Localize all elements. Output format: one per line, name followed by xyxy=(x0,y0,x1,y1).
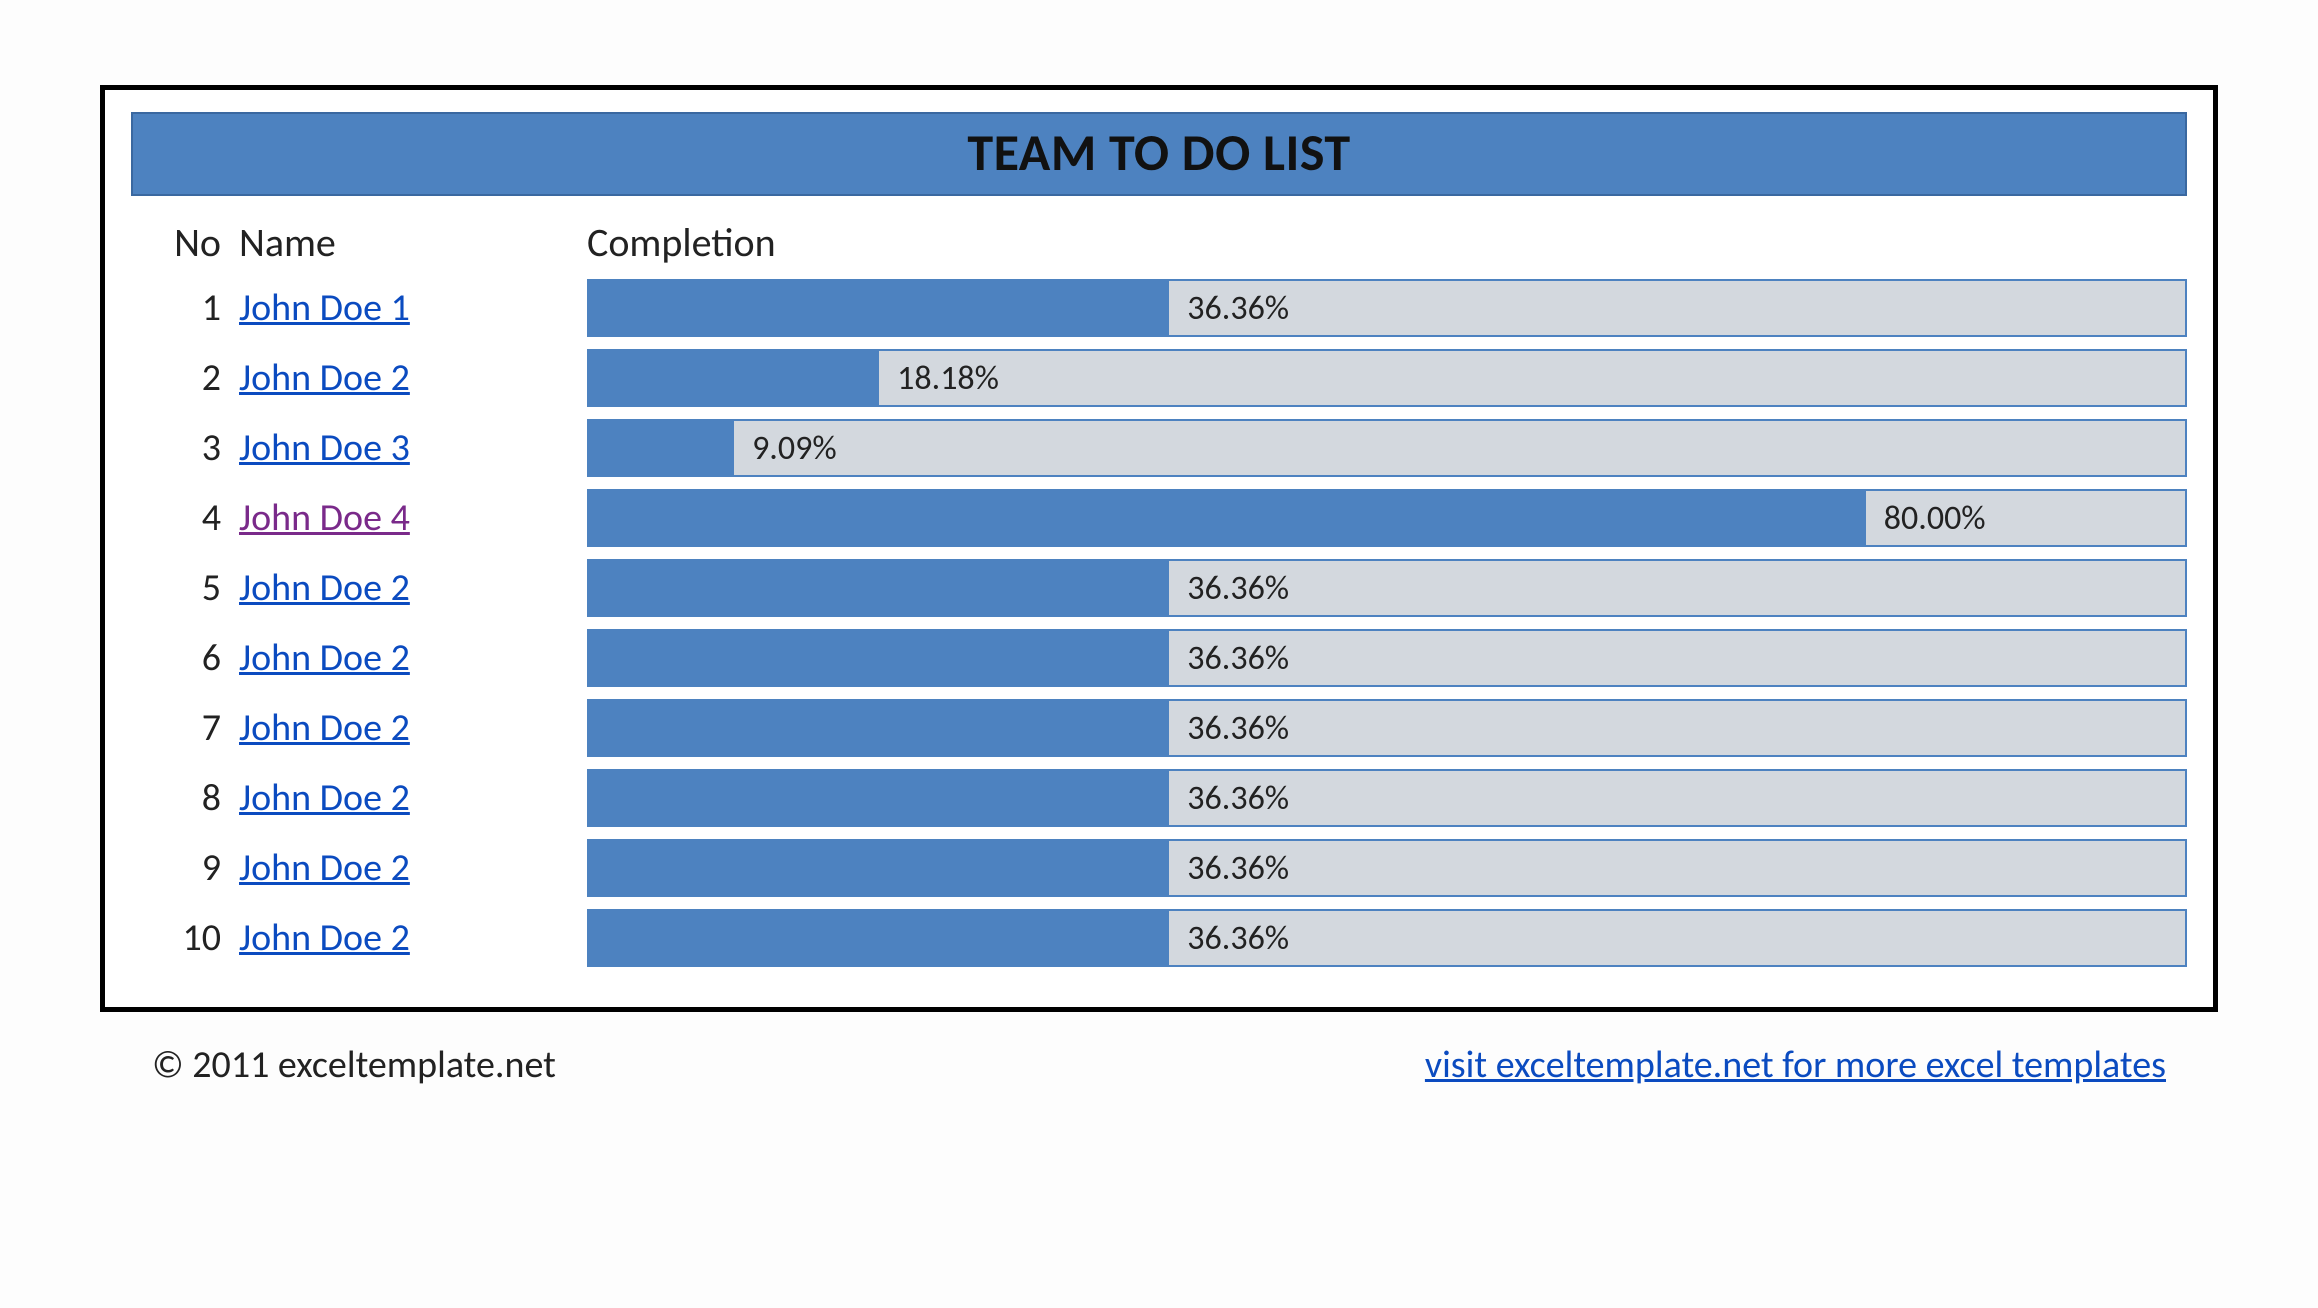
completion-bar-cell: 36.36% xyxy=(587,699,2187,757)
name-link[interactable]: John Doe 4 xyxy=(239,495,410,541)
row-number: 10 xyxy=(131,915,239,961)
progress-bar: 36.36% xyxy=(587,279,2187,337)
table-row: 10John Doe 2 36.36% xyxy=(131,909,2187,967)
row-name-cell: John Doe 2 xyxy=(239,355,579,401)
footer: © 2011 exceltemplate.net visit exceltemp… xyxy=(100,1042,2218,1088)
progress-bar: 36.36% xyxy=(587,559,2187,617)
row-name-cell: John Doe 2 xyxy=(239,775,579,821)
completion-bar-cell: 80.00% xyxy=(587,489,2187,547)
completion-bar-cell: 36.36% xyxy=(587,279,2187,337)
progress-bar-fill xyxy=(589,701,1169,755)
row-name-cell: John Doe 2 xyxy=(239,845,579,891)
row-name-cell: John Doe 3 xyxy=(239,425,579,471)
header-completion: Completion xyxy=(587,218,776,267)
name-link[interactable]: John Doe 2 xyxy=(239,915,410,961)
table-row: 5John Doe 2 36.36% xyxy=(131,559,2187,617)
row-name-cell: John Doe 2 xyxy=(239,915,579,961)
progress-bar: 9.09% xyxy=(587,419,2187,477)
progress-bar: 36.36% xyxy=(587,699,2187,757)
progress-bar: 36.36% xyxy=(587,629,2187,687)
progress-bar-fill xyxy=(589,561,1169,615)
table-row: 6John Doe 2 36.36% xyxy=(131,629,2187,687)
table-row: 9John Doe 2 36.36% xyxy=(131,839,2187,897)
table-body: 1John Doe 136.36%2John Doe 218.18%3John … xyxy=(131,279,2187,967)
progress-bar-label: 36.36% xyxy=(1169,631,1289,685)
row-name-cell: John Doe 2 xyxy=(239,705,579,751)
table-row: 3John Doe 3 9.09% xyxy=(131,419,2187,477)
name-link[interactable]: John Doe 2 xyxy=(239,635,410,681)
name-link[interactable]: John Doe 2 xyxy=(239,845,410,891)
completion-bar-cell: 36.36% xyxy=(587,909,2187,967)
completion-bar-cell: 36.36% xyxy=(587,559,2187,617)
progress-bar: 18.18% xyxy=(587,349,2187,407)
completion-bar-cell: 36.36% xyxy=(587,839,2187,897)
progress-bar-label: 36.36% xyxy=(1169,771,1289,825)
row-number: 8 xyxy=(131,775,239,821)
row-number: 1 xyxy=(131,285,239,331)
table-row: 2John Doe 2 18.18% xyxy=(131,349,2187,407)
table-header: No Name Completion xyxy=(131,218,2187,267)
name-link[interactable]: John Doe 2 xyxy=(239,775,410,821)
progress-bar-label: 80.00% xyxy=(1866,491,1986,545)
name-link[interactable]: John Doe 3 xyxy=(239,425,410,471)
name-link[interactable]: John Doe 1 xyxy=(239,285,410,331)
row-name-cell: John Doe 2 xyxy=(239,635,579,681)
header-no: No xyxy=(131,218,239,267)
progress-bar-fill xyxy=(589,771,1169,825)
progress-bar-fill xyxy=(589,421,734,475)
row-number: 7 xyxy=(131,705,239,751)
progress-bar-label: 18.18% xyxy=(879,351,999,405)
name-link[interactable]: John Doe 2 xyxy=(239,355,410,401)
row-number: 5 xyxy=(131,565,239,611)
progress-bar-fill xyxy=(589,911,1169,965)
header-name: Name xyxy=(239,218,579,267)
progress-bar-label: 36.36% xyxy=(1169,911,1289,965)
progress-bar-fill xyxy=(589,631,1169,685)
completion-bar-cell: 9.09% xyxy=(587,419,2187,477)
row-name-cell: John Doe 4 xyxy=(239,495,579,541)
progress-bar-label: 36.36% xyxy=(1169,281,1289,335)
progress-bar-label: 36.36% xyxy=(1169,561,1289,615)
completion-bar-cell: 36.36% xyxy=(587,629,2187,687)
table-row: 8John Doe 2 36.36% xyxy=(131,769,2187,827)
progress-bar-label: 36.36% xyxy=(1169,701,1289,755)
row-number: 9 xyxy=(131,845,239,891)
row-number: 3 xyxy=(131,425,239,471)
table-row: 1John Doe 1 36.36% xyxy=(131,279,2187,337)
progress-bar-label: 9.09% xyxy=(734,421,837,475)
progress-bar-label: 36.36% xyxy=(1169,841,1289,895)
progress-bar-fill xyxy=(589,281,1169,335)
page-canvas: TEAM TO DO LIST No Name Completion 1John… xyxy=(0,0,2318,1308)
row-number: 4 xyxy=(131,495,239,541)
row-name-cell: John Doe 1 xyxy=(239,285,579,331)
completion-bar-cell: 36.36% xyxy=(587,769,2187,827)
name-link[interactable]: John Doe 2 xyxy=(239,565,410,611)
progress-bar: 36.36% xyxy=(587,909,2187,967)
table-row: 4John Doe 4 80.00% xyxy=(131,489,2187,547)
progress-bar: 36.36% xyxy=(587,769,2187,827)
name-link[interactable]: John Doe 2 xyxy=(239,705,410,751)
progress-bar: 36.36% xyxy=(587,839,2187,897)
footer-copyright: © 2011 exceltemplate.net xyxy=(106,1042,556,1088)
footer-link[interactable]: visit exceltemplate.net for more excel t… xyxy=(1425,1042,2212,1088)
page-title: TEAM TO DO LIST xyxy=(131,112,2187,196)
progress-bar-fill xyxy=(589,491,1866,545)
table-row: 7John Doe 2 36.36% xyxy=(131,699,2187,757)
completion-bar-cell: 18.18% xyxy=(587,349,2187,407)
progress-bar: 80.00% xyxy=(587,489,2187,547)
row-name-cell: John Doe 2 xyxy=(239,565,579,611)
row-number: 2 xyxy=(131,355,239,401)
content-frame: TEAM TO DO LIST No Name Completion 1John… xyxy=(100,85,2218,1012)
progress-bar-fill xyxy=(589,351,879,405)
progress-bar-fill xyxy=(589,841,1169,895)
row-number: 6 xyxy=(131,635,239,681)
